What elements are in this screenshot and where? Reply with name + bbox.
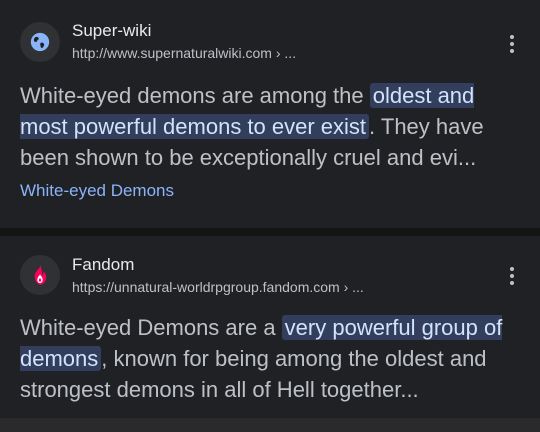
site-name[interactable]: Fandom: [72, 255, 134, 275]
snippet-text: White-eyed demons are among the: [20, 83, 370, 108]
url-text: http://www.supernaturalwiki.com: [72, 45, 272, 61]
search-result-card: Fandom https://unnatural-worldrpgroup.fa…: [0, 236, 540, 418]
result-snippet: White-eyed Demons are a very powerful gr…: [20, 312, 525, 405]
result-snippet: White-eyed demons are among the oldest a…: [20, 80, 525, 173]
search-result-card: Super-wiki http://www.supernaturalwiki.c…: [0, 0, 540, 228]
bottom-bar: [0, 418, 540, 432]
sublink-white-eyed-demons[interactable]: White-eyed Demons: [20, 181, 174, 201]
url-suffix: › ...: [271, 45, 297, 61]
url-suffix: › ...: [339, 279, 364, 295]
site-name[interactable]: Super-wiki: [72, 21, 151, 41]
site-url[interactable]: http://www.supernaturalwiki.com › ...: [72, 45, 296, 61]
result-divider: [0, 228, 540, 236]
snippet-text: White-eyed Demons are a: [20, 315, 282, 340]
url-text: https://unnatural-worldrpgroup.fandom.co…: [72, 279, 340, 295]
site-url[interactable]: https://unnatural-worldrpgroup.fandom.co…: [72, 279, 364, 295]
fandom-flame-icon[interactable]: [20, 255, 60, 295]
more-options-icon[interactable]: [500, 30, 524, 58]
more-options-icon[interactable]: [500, 262, 524, 290]
globe-icon[interactable]: [20, 22, 60, 62]
